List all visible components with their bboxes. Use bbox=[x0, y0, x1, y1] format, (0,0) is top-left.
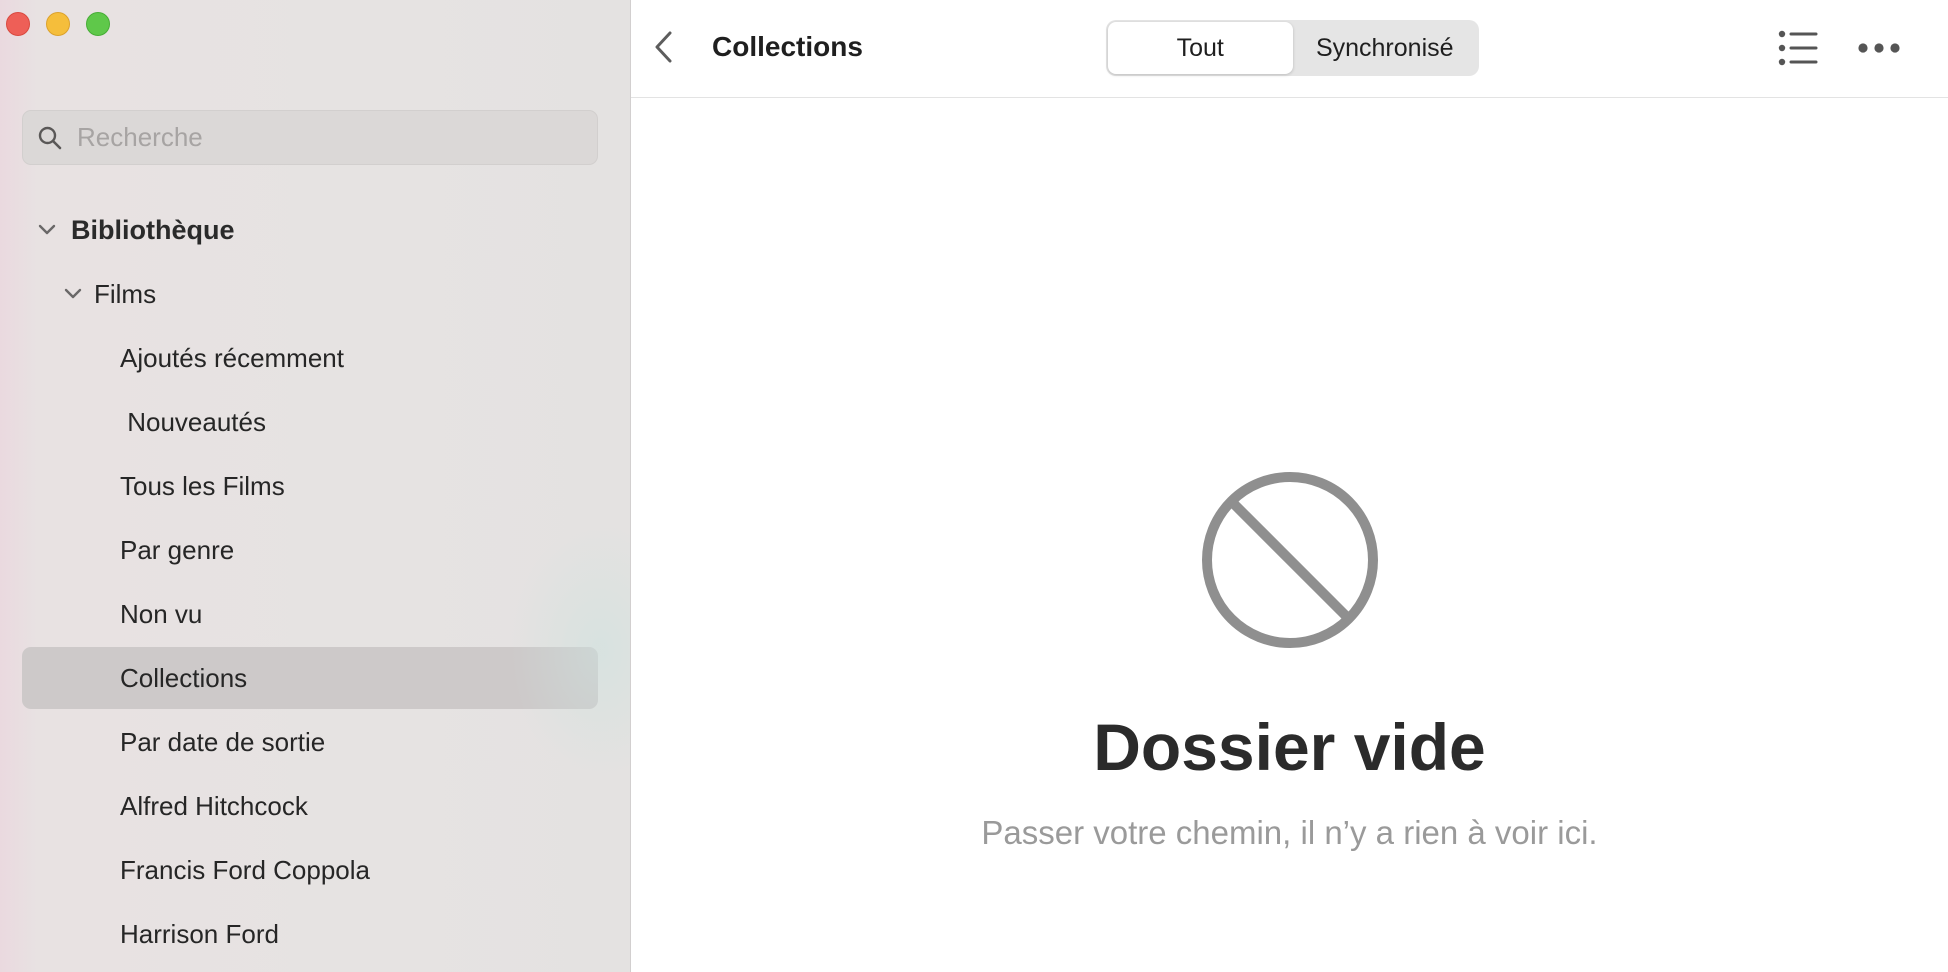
list-view-button[interactable] bbox=[1778, 30, 1818, 66]
segment-synchronise[interactable]: Synchronisé bbox=[1293, 22, 1478, 74]
minimize-window-button[interactable] bbox=[46, 12, 70, 36]
sidebar-item-label: Harrison Ford bbox=[120, 918, 279, 949]
segment-tout[interactable]: Tout bbox=[1108, 22, 1293, 74]
more-icon bbox=[1858, 43, 1900, 53]
sidebar-item-collections[interactable]: Collections bbox=[22, 647, 598, 709]
filter-segmented-control: Tout Synchronisé bbox=[1106, 20, 1479, 76]
search-input[interactable] bbox=[75, 121, 559, 154]
back-button[interactable] bbox=[649, 28, 679, 66]
empty-state-subtitle: Passer votre chemin, il n’y a rien à voi… bbox=[981, 814, 1598, 851]
empty-state-title: Dossier vide bbox=[1093, 710, 1486, 784]
chevron-down-icon[interactable] bbox=[37, 220, 57, 240]
sidebar-item-label: Alfred Hitchcock bbox=[120, 790, 308, 821]
tree-item-label: Films bbox=[94, 278, 157, 309]
chevron-left-icon bbox=[655, 31, 672, 63]
sidebar-item-par-genre[interactable]: Par genre bbox=[22, 519, 598, 581]
chevron-down-icon[interactable] bbox=[63, 284, 83, 304]
maximize-window-button[interactable] bbox=[86, 12, 110, 36]
sidebar-item-label: Tous les Films bbox=[120, 470, 285, 501]
sidebar-item-tous-les-films[interactable]: Tous les Films bbox=[22, 455, 598, 517]
sidebar-item-par-date-de-sortie[interactable]: Par date de sortie bbox=[22, 711, 598, 773]
sidebar-item-harrison-ford[interactable]: Harrison Ford bbox=[22, 903, 598, 965]
sidebar-item-label: Par date de sortie bbox=[120, 726, 326, 757]
prohibited-icon bbox=[1201, 472, 1378, 648]
more-button[interactable] bbox=[1856, 30, 1902, 66]
toolbar: Collections Tout Synchronisé bbox=[631, 0, 1948, 98]
sidebar-item-alfred-hitchcock[interactable]: Alfred Hitchcock bbox=[22, 775, 598, 837]
search-field[interactable] bbox=[22, 110, 598, 165]
sidebar-item-label: Par genre bbox=[120, 534, 235, 565]
sidebar-item-label: Francis Ford Coppola bbox=[120, 854, 370, 885]
empty-state: Dossier vide Passer votre chemin, il n’y… bbox=[631, 470, 1948, 852]
tree-item-library[interactable]: Bibliothèque bbox=[22, 199, 598, 261]
tree-item-label: Bibliothèque bbox=[71, 214, 235, 245]
sidebar-item-ajoutes-recemment[interactable]: Ajoutés récemment bbox=[22, 327, 598, 389]
sidebar-item-label: Ajoutés récemment bbox=[120, 342, 344, 373]
window-controls bbox=[6, 12, 110, 36]
sidebar-item-non-vu[interactable]: Non vu bbox=[22, 583, 598, 645]
sidebar-item-nouveautes[interactable]: Nouveautés bbox=[22, 391, 598, 453]
sidebar: Bibliothèque Films Ajoutés récemment Nou… bbox=[0, 0, 631, 972]
app-window: Bibliothèque Films Ajoutés récemment Nou… bbox=[0, 0, 1948, 972]
search-icon bbox=[37, 125, 63, 151]
sidebar-item-label: Nouveautés bbox=[120, 406, 266, 437]
sidebar-item-francis-ford-coppola[interactable]: Francis Ford Coppola bbox=[22, 839, 598, 901]
close-window-button[interactable] bbox=[6, 12, 30, 36]
tree-item-films[interactable]: Films bbox=[22, 263, 598, 325]
page-title: Collections bbox=[712, 31, 863, 62]
list-view-icon bbox=[1778, 30, 1818, 66]
main-content: Collections Tout Synchronisé Dossier vid… bbox=[631, 0, 1948, 972]
sidebar-item-label: Non vu bbox=[120, 598, 203, 629]
sidebar-item-label: Collections bbox=[120, 662, 248, 693]
